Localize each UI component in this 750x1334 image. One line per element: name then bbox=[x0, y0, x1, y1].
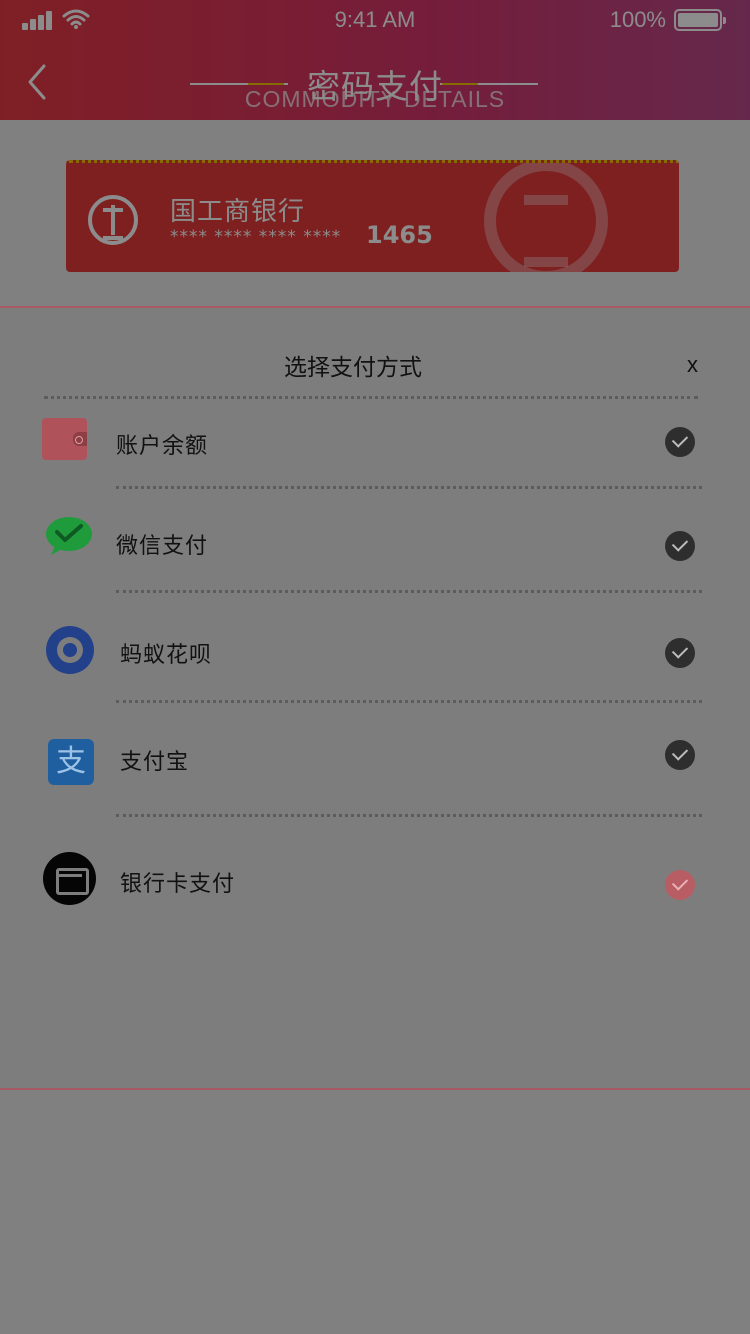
payment-method-sheet: 选择支付方式 x 账户余额 微信支付 蚂蚁花呗 支 支付宝 银行卡支付 bbox=[0, 306, 750, 1090]
bankcard-icon bbox=[43, 852, 96, 905]
payment-option-label: 银行卡支付 bbox=[120, 872, 236, 897]
payment-option-label: 账户余额 bbox=[116, 434, 209, 459]
check-icon bbox=[665, 740, 695, 770]
check-icon bbox=[665, 427, 695, 457]
close-button[interactable]: x bbox=[687, 352, 698, 378]
wallet-icon bbox=[42, 418, 87, 460]
divider bbox=[116, 814, 702, 817]
divider bbox=[116, 700, 702, 703]
divider bbox=[44, 396, 698, 399]
divider bbox=[116, 590, 702, 593]
divider bbox=[116, 486, 702, 489]
huabei-icon bbox=[46, 626, 94, 674]
wechat-icon bbox=[46, 517, 92, 555]
check-icon bbox=[665, 638, 695, 668]
payment-option-label: 微信支付 bbox=[116, 534, 209, 559]
payment-option-label: 蚂蚁花呗 bbox=[120, 643, 213, 668]
check-icon bbox=[665, 531, 695, 561]
check-selected-icon bbox=[665, 870, 695, 900]
payment-option-label: 支付宝 bbox=[120, 750, 190, 775]
alipay-icon: 支 bbox=[48, 739, 94, 785]
sheet-title: 选择支付方式 bbox=[284, 355, 422, 381]
